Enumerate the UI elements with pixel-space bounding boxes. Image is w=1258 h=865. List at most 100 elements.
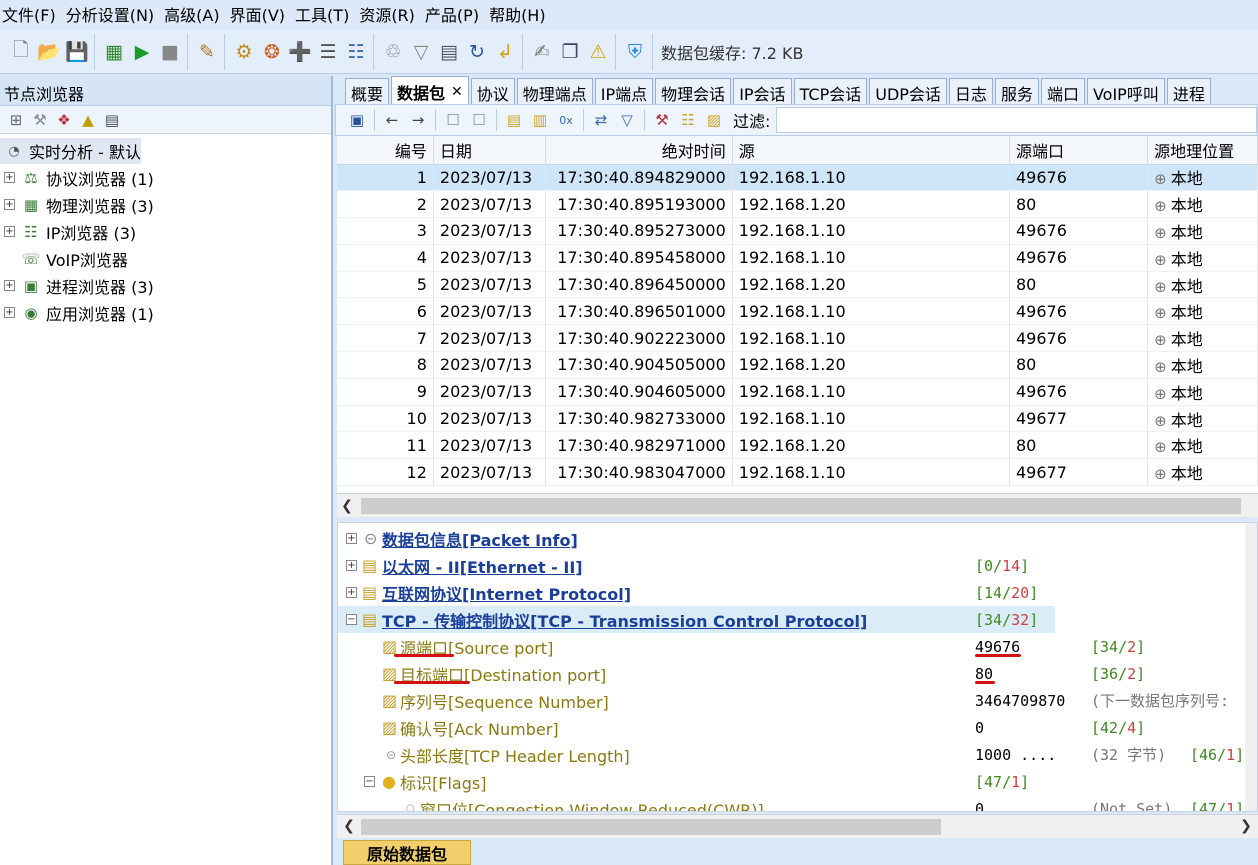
scroll-left-icon[interactable]: ❮	[339, 818, 359, 834]
menu-item[interactable]: 高级(A)	[162, 2, 227, 26]
table-row[interactable]: 9 2023/07/13 17:30:40.904605000 192.168.1.1…	[337, 378, 1258, 406]
expand-icon[interactable]: +	[346, 587, 357, 598]
prev-icon[interactable]: ←	[380, 108, 404, 132]
column-header[interactable]: 绝对时间	[545, 136, 733, 165]
add-document-icon[interactable]: ➕	[287, 37, 313, 67]
expand-icon[interactable]: +	[4, 226, 15, 237]
warning-icon[interactable]: ⚠	[585, 37, 611, 67]
nodes-icon[interactable]: ❂	[259, 37, 285, 67]
scroll-left-icon[interactable]: ❮	[337, 498, 357, 514]
menu-item[interactable]: 帮助(H)	[487, 2, 554, 26]
menu-item[interactable]: 产品(P)	[423, 2, 487, 26]
tab[interactable]: 数据包 ✕	[391, 76, 469, 104]
database-icon[interactable]: ▤	[436, 37, 462, 67]
stop-icon[interactable]: ■	[157, 37, 183, 67]
adapter-icon[interactable]: ▦	[101, 37, 127, 67]
scroll-thumb[interactable]	[361, 498, 1241, 514]
report-icon[interactable]: ☰	[315, 37, 341, 67]
tab[interactable]: 端口	[1040, 78, 1085, 104]
menu-item[interactable]: 界面(V)	[228, 2, 293, 26]
copy-icon[interactable]: ❐	[557, 37, 583, 67]
lock-view-icon[interactable]: ▨	[702, 108, 726, 132]
expand-icon[interactable]: +	[4, 307, 15, 318]
expand-icon[interactable]: +	[346, 560, 357, 571]
new-file-icon[interactable]: 🗋	[8, 37, 34, 67]
gear-icon[interactable]: ⚙	[231, 37, 257, 67]
tree-view-icon[interactable]: ☷	[676, 108, 700, 132]
column-header[interactable]: 源地理位置	[1147, 136, 1258, 165]
tree-item[interactable]: + ▦ 物理浏览器 (3)	[0, 191, 331, 218]
table-row[interactable]: 12 2023/07/13 17:30:40.983047000 192.168.1.…	[337, 458, 1258, 487]
tree-item[interactable]: + ⚖ 协议浏览器 (1)	[0, 164, 331, 191]
menu-item[interactable]: 分析设置(N)	[64, 2, 162, 26]
tree-item[interactable]: ☏ VoIP浏览器	[0, 245, 331, 272]
table-row[interactable]: 10 2023/07/13 17:30:40.982733000 192.168.1.…	[337, 405, 1258, 433]
shield-icon[interactable]: ⛨	[622, 37, 648, 67]
open-folder-icon[interactable]: 📂	[36, 37, 62, 67]
bookmark-icon[interactable]: ☐	[441, 108, 465, 132]
column-header[interactable]: 源端口	[1009, 136, 1149, 165]
menu-item[interactable]: 文件(F)	[0, 2, 64, 26]
tab[interactable]: 日志	[948, 78, 993, 104]
table-row[interactable]: 3 2023/07/13 17:30:40.895273000 192.168.1.1…	[337, 217, 1258, 245]
hex-view-icon[interactable]: 0x	[554, 108, 578, 132]
bookmark-next-icon[interactable]: ☐	[467, 108, 491, 132]
export-icon[interactable]: ↲	[492, 37, 518, 67]
table-row[interactable]: 8 2023/07/13 17:30:40.904505000 192.168.1.2…	[337, 351, 1258, 379]
notes-icon[interactable]: ✍	[529, 37, 555, 67]
collapse-icon[interactable]: −	[364, 776, 375, 787]
table-row[interactable]: 4 2023/07/13 17:30:40.895458000 192.168.1.1…	[337, 244, 1258, 272]
column-header[interactable]: 日期	[433, 136, 546, 165]
raw-packet-tab[interactable]: 原始数据包	[343, 840, 471, 865]
expand-icon[interactable]: +	[4, 199, 15, 210]
trash-icon[interactable]: ♲	[380, 37, 406, 67]
column-header[interactable]: 源	[732, 136, 1011, 165]
table-row[interactable]: 2 2023/07/13 17:30:40.895193000 192.168.1.2…	[337, 190, 1258, 219]
sequence-field[interactable]: 序列号[Sequence Number]	[400, 689, 609, 713]
tab[interactable]: IP会话	[733, 78, 792, 104]
grid-tool-icon[interactable]: ▤	[101, 109, 123, 131]
tree-item[interactable]: + ☷ IP浏览器 (3)	[0, 218, 331, 245]
tree-item[interactable]: + ▣ 进程浏览器 (3)	[0, 272, 331, 299]
tcp-node[interactable]: TCP - 传输控制协议[TCP - Transmission Control …	[382, 608, 867, 632]
expand-icon[interactable]: +	[4, 172, 15, 183]
ethernet-node[interactable]: 以太网 - II[Ethernet - II]	[382, 554, 583, 578]
table-row[interactable]: 6 2023/07/13 17:30:40.896501000 192.168.1.1…	[337, 297, 1258, 326]
start-icon[interactable]: ▶	[129, 37, 155, 67]
save-packets-icon[interactable]: ▣	[345, 108, 369, 132]
alert-tool-icon[interactable]: ▲	[77, 109, 99, 131]
filter-options-icon[interactable]: ▽	[615, 108, 639, 132]
refresh-icon[interactable]: ↻	[464, 37, 490, 67]
save-icon[interactable]: 💾	[64, 37, 90, 67]
tab[interactable]: 进程	[1166, 78, 1211, 104]
table-row[interactable]: 11 2023/07/13 17:30:40.982971000 192.168.1.…	[337, 431, 1258, 460]
detail-view-icon[interactable]: ▥	[528, 108, 552, 132]
flags-field[interactable]: 标识[Flags]	[400, 770, 486, 794]
list-view-icon[interactable]: ▤	[502, 108, 526, 132]
menu-item[interactable]: 工具(T)	[293, 2, 357, 26]
tab[interactable]: VoIP呼叫	[1086, 78, 1165, 104]
tab[interactable]: 物理端点	[516, 78, 593, 104]
filter-node-icon[interactable]: ⚒	[29, 109, 51, 131]
add-node-icon[interactable]: ⊞	[5, 109, 27, 131]
grid-horizontal-scrollbar[interactable]: ❮	[337, 493, 1258, 517]
tree-item[interactable]: + ◉ 应用浏览器 (1)	[0, 299, 331, 326]
table-row[interactable]: 5 2023/07/13 17:30:40.896450000 192.168.1.2…	[337, 271, 1258, 299]
tab[interactable]: 概要	[345, 78, 390, 104]
decode-icon[interactable]: ⇄	[589, 108, 613, 132]
scroll-thumb[interactable]	[361, 819, 941, 835]
close-icon[interactable]: ✕	[451, 84, 463, 100]
tab[interactable]: 协议	[470, 78, 515, 104]
tab[interactable]: IP端点	[594, 78, 654, 104]
tab[interactable]: 服务	[994, 78, 1039, 104]
expand-icon[interactable]: +	[4, 280, 15, 291]
protocol-tool-icon[interactable]: ❖	[53, 109, 75, 131]
scroll-right-icon[interactable]: ❯	[1236, 818, 1256, 834]
detail-horizontal-scrollbar[interactable]: ❮ ❯	[337, 814, 1258, 838]
menu-item[interactable]: 资源(R)	[357, 2, 423, 26]
collapse-icon[interactable]: −	[346, 614, 357, 625]
tab[interactable]: 物理会话	[655, 78, 732, 104]
edit-settings-icon[interactable]: ✎	[194, 37, 220, 67]
next-icon[interactable]: →	[406, 108, 430, 132]
table-row[interactable]: 7 2023/07/13 17:30:40.902223000 192.168.1.1…	[337, 324, 1258, 353]
